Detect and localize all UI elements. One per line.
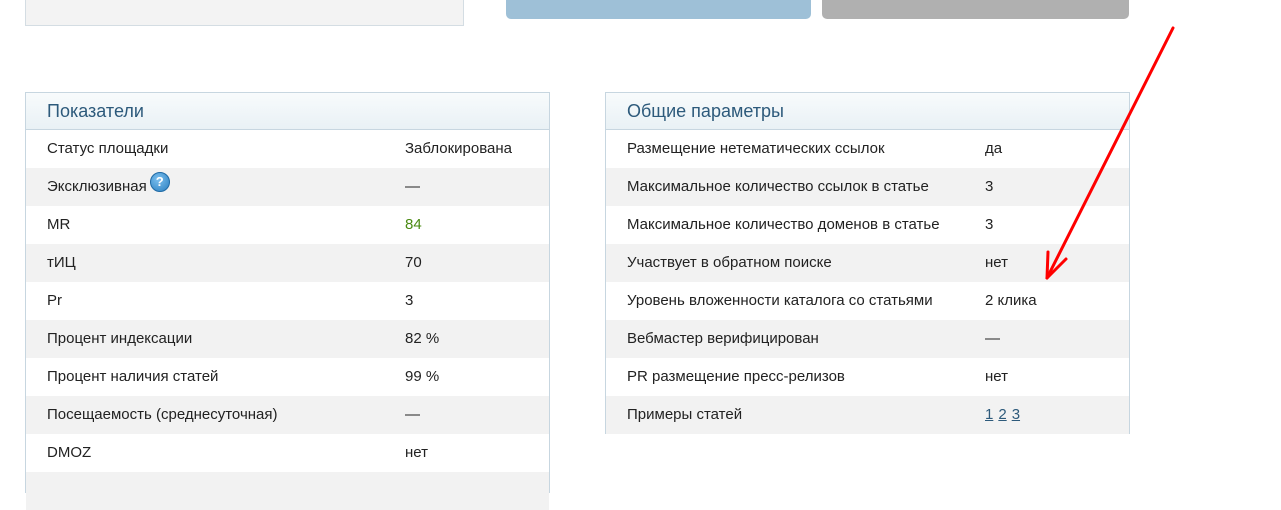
panel-title: Общие параметры [606, 93, 1129, 130]
row-label: Примеры статей [627, 406, 743, 423]
table-row: Процент наличия статей 99 % [26, 358, 549, 396]
table-row: Вебмастер верифицирован — [606, 320, 1129, 358]
row-label: Процент индексации [47, 330, 193, 347]
row-label: Pr [47, 292, 62, 309]
article-example-link-2[interactable]: 2 [998, 406, 1006, 423]
row-label: Максимальное количество доменов в статье [627, 216, 940, 233]
row-label: Участвует в обратном поиске [627, 254, 832, 271]
article-example-link-3[interactable]: 3 [1012, 406, 1020, 423]
table-row: Процент индексации 82 % [26, 320, 549, 358]
table-row: Pr 3 [26, 282, 549, 320]
table-row: тИЦ 70 [26, 244, 549, 282]
row-label: тИЦ [47, 254, 76, 271]
row-value: Заблокирована [405, 140, 512, 157]
table-row: Примеры статей 123 [606, 396, 1129, 434]
row-label: Статус площадки [47, 140, 169, 157]
row-label: DMOZ [47, 444, 92, 461]
secondary-action-button[interactable] [822, 0, 1129, 19]
indicators-panel: Показатели Статус площадки Заблокирована… [25, 92, 550, 510]
row-value: 3 [985, 216, 994, 233]
row-value: нет [985, 368, 1008, 385]
table-row: DMOZ нет [26, 434, 549, 472]
panel-title: Показатели [26, 93, 549, 130]
row-value: 82 % [405, 330, 440, 347]
table-row: Максимальное количество ссылок в статье … [606, 168, 1129, 206]
row-label: MR [47, 216, 71, 233]
table-row: PR размещение пресс-релизов нет [606, 358, 1129, 396]
table-row: Размещение нетематических ссылок да [606, 130, 1129, 168]
table-row: Участвует в обратном поиске нет [606, 244, 1129, 282]
row-label: Размещение нетематических ссылок [627, 140, 885, 157]
row-label: Эксклюзивная? [47, 168, 170, 206]
row-value: — [985, 330, 1000, 347]
primary-action-button[interactable] [506, 0, 811, 19]
row-label: Уровень вложенности каталога со статьями [627, 292, 933, 309]
row-value: да [985, 140, 1003, 157]
table-row: Максимальное количество доменов в статье… [606, 206, 1129, 244]
help-icon[interactable]: ? [149, 172, 170, 192]
row-value: 70 [405, 254, 422, 271]
row-value: 2 клика [985, 292, 1037, 309]
row-value: 123 [985, 396, 1025, 434]
row-label: Посещаемость (среднесуточная) [47, 406, 278, 423]
row-value: 99 % [405, 368, 440, 385]
row-value: — [405, 406, 420, 423]
row-value: 3 [985, 178, 994, 195]
row-value: 84 [405, 216, 422, 233]
row-value: нет [985, 254, 1008, 271]
row-label: Максимальное количество ссылок в статье [627, 178, 929, 195]
general-parameters-panel: Общие параметры Размещение нетематически… [605, 92, 1130, 434]
row-label: PR размещение пресс-релизов [627, 368, 845, 385]
table-row: MR 84 [26, 206, 549, 244]
article-example-link-1[interactable]: 1 [985, 406, 993, 423]
row-label: Процент наличия статей [47, 368, 219, 385]
table-row: Посещаемость (среднесуточная) — [26, 396, 549, 434]
table-row: Уровень вложенности каталога со статьями… [606, 282, 1129, 320]
table-row [26, 472, 549, 510]
row-value: — [405, 178, 420, 195]
row-value: нет [405, 444, 428, 461]
row-label: Вебмастер верифицирован [627, 330, 819, 347]
row-value: 3 [405, 292, 414, 309]
table-row: Эксклюзивная? — [26, 168, 549, 206]
top-info-box [25, 0, 464, 26]
table-row: Статус площадки Заблокирована [26, 130, 549, 168]
